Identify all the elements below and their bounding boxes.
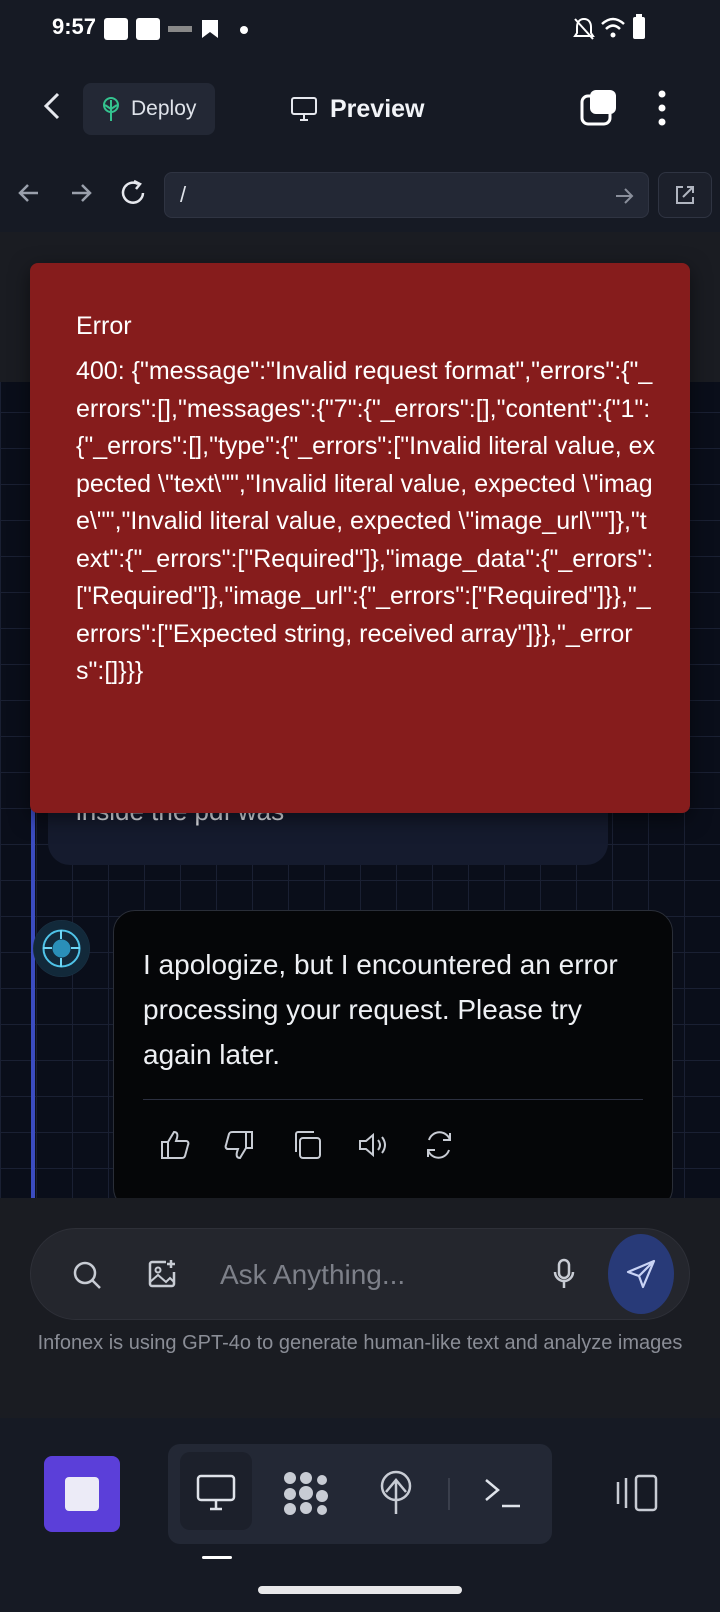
send-icon [625, 1258, 657, 1290]
url-input[interactable] [164, 172, 649, 218]
regenerate-icon[interactable] [422, 1128, 456, 1162]
preview-label: Preview [330, 94, 425, 123]
monitor-icon [290, 96, 318, 122]
assistant-avatar [33, 920, 90, 977]
deploy-icon [99, 95, 123, 123]
microphone-icon[interactable] [552, 1258, 576, 1290]
dislike-icon[interactable] [222, 1128, 256, 1162]
stop-button[interactable] [44, 1456, 120, 1532]
like-icon[interactable] [158, 1128, 192, 1162]
deploy-label: Deploy [131, 97, 197, 120]
tabs-switcher-icon[interactable] [578, 88, 618, 128]
url-path: / [180, 182, 187, 207]
deploy-button[interactable]: Deploy [83, 83, 215, 135]
active-tool-indicator [202, 1556, 232, 1559]
reload-icon[interactable] [118, 178, 148, 208]
bookmark-icon [200, 18, 220, 40]
send-button[interactable] [608, 1234, 674, 1314]
add-image-icon[interactable] [146, 1258, 178, 1290]
nav-forward-icon[interactable] [68, 180, 94, 206]
wifi-icon [600, 16, 626, 40]
preview-tab[interactable]: Preview [290, 88, 425, 130]
updates-icon [136, 18, 160, 40]
plugins-icon[interactable] [282, 1470, 330, 1516]
monitor-icon [196, 1474, 236, 1512]
notification-dot-icon [240, 26, 248, 34]
go-arrow-icon[interactable] [614, 186, 634, 206]
home-indicator[interactable] [258, 1586, 462, 1594]
deploy-antenna-icon[interactable] [376, 1470, 416, 1516]
terminal-icon[interactable] [482, 1476, 522, 1510]
paytm-icon [104, 18, 128, 40]
nav-back-icon[interactable] [16, 180, 42, 206]
error-title: Error [76, 312, 132, 340]
more-options-icon[interactable] [654, 90, 670, 126]
search-icon[interactable] [72, 1260, 102, 1290]
battery-icon [632, 14, 646, 40]
stop-icon [65, 1477, 99, 1511]
split-view-icon[interactable] [614, 1472, 660, 1514]
open-external-button[interactable] [658, 172, 712, 218]
back-icon[interactable] [40, 90, 64, 122]
assistant-message-text: I apologize, but I encountered an error … [143, 949, 618, 1070]
chat-input[interactable] [218, 1250, 542, 1300]
copy-icon[interactable] [290, 1128, 324, 1162]
error-message: 400: {"message":"Invalid request format"… [76, 357, 656, 685]
message-divider [143, 1099, 643, 1100]
external-link-icon [673, 183, 697, 207]
toolbar-divider [448, 1478, 450, 1510]
disclaimer-text: Infonex is using GPT-4o to generate huma… [37, 1332, 683, 1354]
ninja-icon [168, 26, 192, 32]
status-time: 9:57 [52, 14, 97, 39]
speaker-icon[interactable] [356, 1128, 390, 1162]
bell-off-icon [572, 16, 596, 42]
